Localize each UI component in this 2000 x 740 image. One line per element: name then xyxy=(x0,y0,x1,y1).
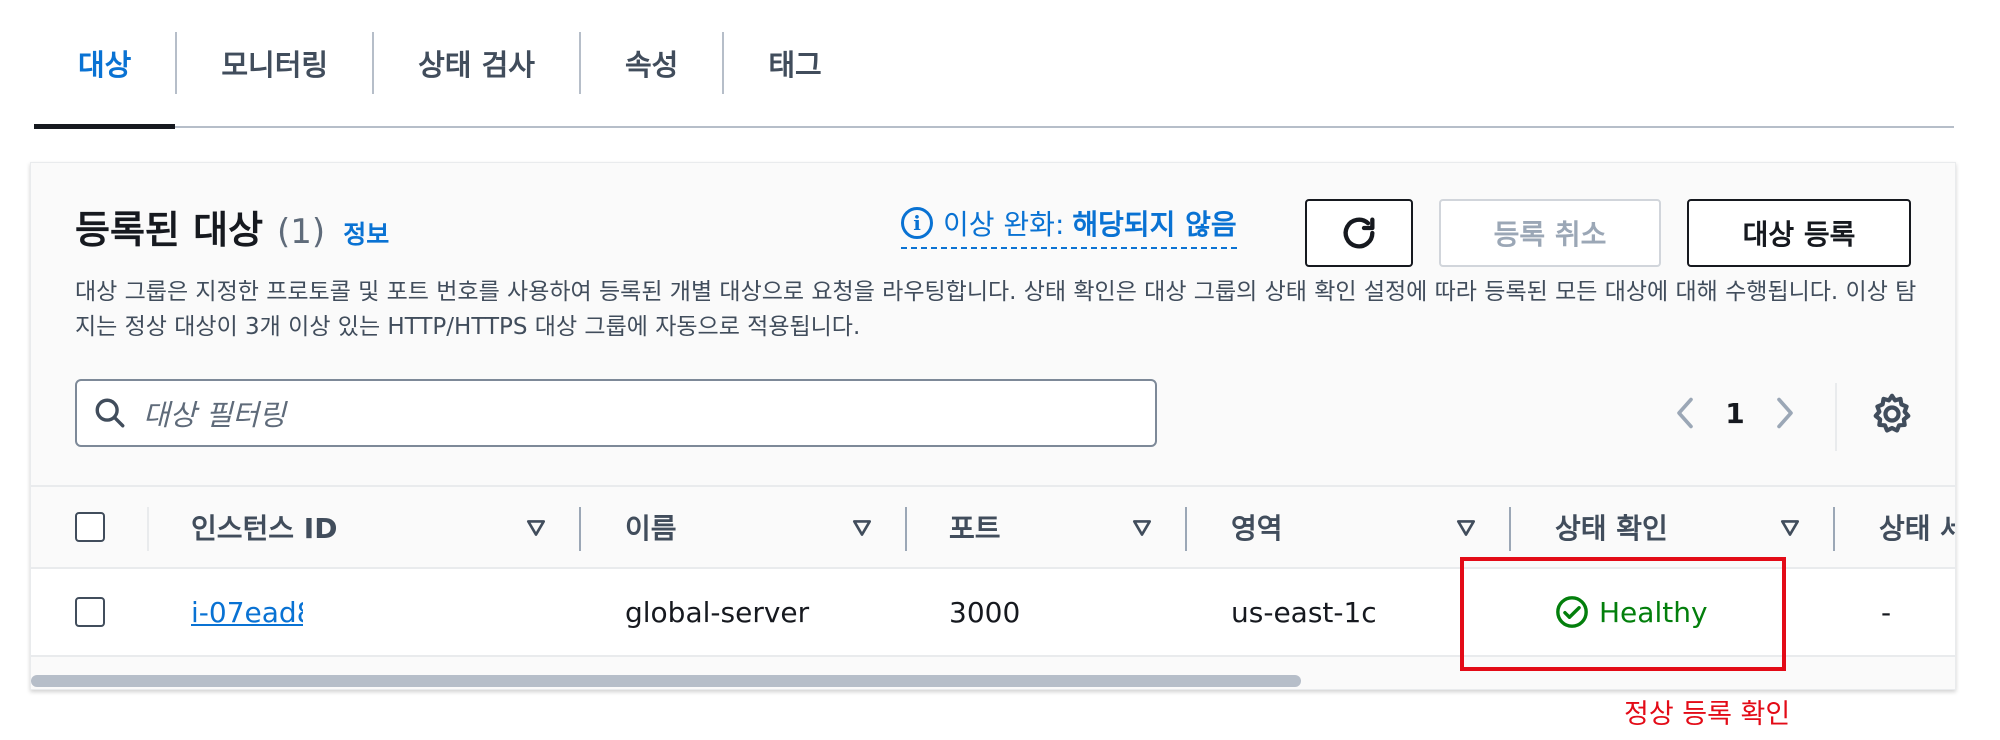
anomaly-label: 이상 완화: xyxy=(943,208,1065,241)
search-placeholder: 대상 필터링 xyxy=(143,398,286,432)
tab-monitoring[interactable]: 모니터링 xyxy=(177,0,372,127)
cell-name: global-server xyxy=(625,595,810,629)
deregister-button[interactable]: 등록 취소 xyxy=(1439,199,1661,267)
sort-icon[interactable] xyxy=(1131,517,1153,539)
tab-targets[interactable]: 대상 xyxy=(34,0,176,129)
sort-icon[interactable] xyxy=(525,517,547,539)
tab-bar: 대상 모니터링 상태 검사 속성 태그 xyxy=(34,0,1954,129)
sort-icon[interactable] xyxy=(1779,517,1801,539)
gear-icon[interactable] xyxy=(1869,391,1915,437)
tab-tags[interactable]: 태그 xyxy=(724,0,865,127)
info-icon: i xyxy=(901,207,933,239)
horizontal-scrollbar[interactable] xyxy=(31,675,1301,687)
column-header-zone[interactable]: 영역 xyxy=(1231,487,1283,567)
column-divider[interactable] xyxy=(1185,507,1187,551)
column-header-name[interactable]: 이름 xyxy=(625,487,677,567)
column-divider[interactable] xyxy=(1833,507,1835,551)
pagination: 1 xyxy=(1657,381,1813,445)
previous-page-button[interactable] xyxy=(1657,385,1713,441)
panel-description: 대상 그룹은 지정한 프로토콜 및 포트 번호를 사용하여 등록된 개별 대상으… xyxy=(75,279,1917,340)
refresh-icon xyxy=(1343,217,1375,249)
search-input[interactable]: 대상 필터링 xyxy=(75,379,1157,447)
info-link[interactable]: 정보 xyxy=(343,215,389,251)
select-all-checkbox[interactable] xyxy=(75,512,105,542)
anomaly-mitigation-popover[interactable]: i 이상 완화: 해당되지 않음 xyxy=(901,199,1237,249)
panel-header: 등록된 대상 (1) 정보 xyxy=(75,199,389,254)
chevron-left-icon xyxy=(1677,397,1693,429)
highlight-box xyxy=(1460,557,1786,671)
column-divider[interactable] xyxy=(905,507,907,551)
column-header-port[interactable]: 포트 xyxy=(949,487,1001,567)
target-count: (1) xyxy=(277,212,326,252)
pagination-divider xyxy=(1835,383,1837,451)
sort-icon[interactable] xyxy=(1455,517,1477,539)
sort-icon[interactable] xyxy=(851,517,873,539)
annotation-label: 정상 등록 확인 xyxy=(1624,699,1791,730)
cell-status-details: - xyxy=(1881,595,1892,629)
refresh-button[interactable] xyxy=(1305,199,1413,267)
column-header-status-details[interactable]: 상태 세 xyxy=(1879,487,1955,567)
instance-id-link[interactable]: i-07ead8 xyxy=(191,596,303,629)
tab-attributes[interactable]: 속성 xyxy=(581,0,722,127)
register-targets-button[interactable]: 대상 등록 xyxy=(1687,199,1911,267)
next-page-button[interactable] xyxy=(1757,385,1813,441)
column-divider[interactable] xyxy=(1509,507,1511,551)
row-checkbox[interactable] xyxy=(75,597,105,627)
tab-health-checks[interactable]: 상태 검사 xyxy=(374,0,579,127)
column-header-instance-id[interactable]: 인스턴스 ID xyxy=(191,487,337,567)
column-divider[interactable] xyxy=(579,507,581,551)
cell-zone: us-east-1c xyxy=(1231,595,1377,629)
column-header-health-check[interactable]: 상태 확인 xyxy=(1555,487,1668,567)
anomaly-value: 해당되지 않음 xyxy=(1072,208,1237,241)
chevron-right-icon xyxy=(1777,397,1793,429)
column-divider xyxy=(147,507,149,551)
page-number[interactable]: 1 xyxy=(1713,397,1757,430)
panel-title: 등록된 대상 xyxy=(75,208,264,252)
search-icon xyxy=(95,398,125,428)
cell-port: 3000 xyxy=(949,595,1021,629)
